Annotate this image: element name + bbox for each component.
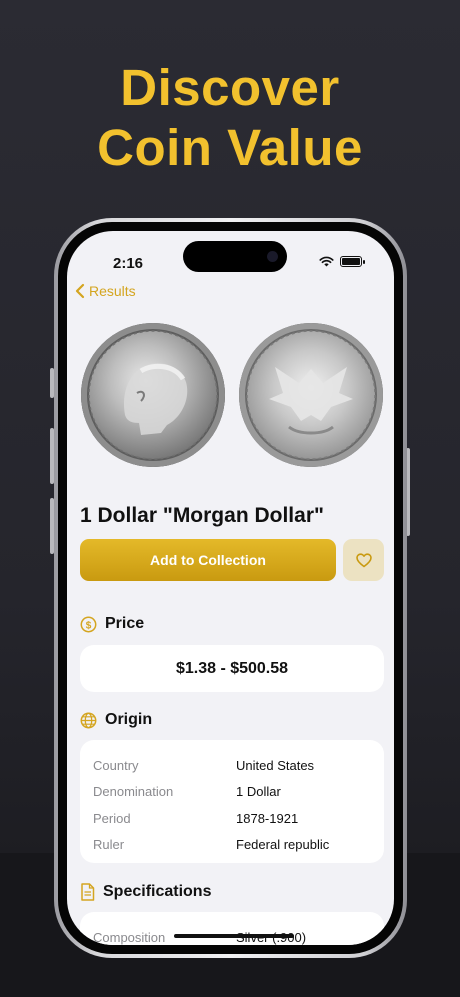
phone-frame: 2:16 Results 1 Dollar "Morgan Dollar" Ad… bbox=[54, 218, 407, 958]
hero-title-line2: Coin Value bbox=[97, 119, 363, 176]
origin-value: United States bbox=[236, 757, 315, 773]
price-heading-label: Price bbox=[105, 615, 145, 632]
status-time: 2:16 bbox=[113, 255, 144, 272]
battery-icon bbox=[340, 256, 365, 267]
coin-title: 1 Dollar "Morgan Dollar" bbox=[80, 504, 324, 527]
dollar-circle-icon: $ bbox=[80, 616, 97, 632]
wifi-icon bbox=[319, 256, 334, 267]
app-store-screenshot: Discover Coin Value 2:16 Results 1 Dolla… bbox=[0, 0, 460, 997]
origin-key: Denomination bbox=[93, 784, 174, 800]
specifications-heading-label: Specifications bbox=[103, 883, 212, 900]
specifications-heading: Specifications bbox=[80, 883, 211, 901]
price-range: $1.38 - $500.58 bbox=[175, 659, 289, 677]
eagle-icon bbox=[246, 330, 376, 460]
origin-key: Ruler bbox=[93, 837, 125, 853]
favorite-button[interactable] bbox=[343, 539, 384, 581]
chevron-left-icon bbox=[75, 283, 85, 299]
back-button-label: Results bbox=[89, 283, 136, 299]
add-to-collection-button[interactable]: Add to Collection bbox=[80, 539, 336, 581]
phone-bezel: 2:16 Results 1 Dollar "Morgan Dollar" Ad… bbox=[58, 222, 403, 954]
document-icon bbox=[81, 883, 95, 901]
origin-row-period: Period 1878-1921 bbox=[93, 805, 371, 832]
globe-icon bbox=[80, 712, 97, 728]
origin-key: Country bbox=[93, 757, 139, 773]
heart-icon bbox=[355, 552, 372, 567]
origin-value: Federal republic bbox=[236, 837, 330, 853]
specifications-card: Composition Silver (.900) bbox=[80, 912, 384, 945]
home-indicator[interactable] bbox=[174, 934, 294, 938]
price-heading: $ Price bbox=[80, 615, 144, 633]
phone-screen: 2:16 Results 1 Dollar "Morgan Dollar" Ad… bbox=[67, 231, 394, 945]
status-icons bbox=[319, 256, 365, 267]
origin-row-country: Country United States bbox=[93, 752, 371, 779]
coin-obverse-image[interactable] bbox=[81, 323, 225, 467]
origin-card: Country United States Denomination 1 Dol… bbox=[80, 740, 384, 863]
origin-row-ruler: Ruler Federal republic bbox=[93, 832, 371, 859]
dynamic-island bbox=[183, 241, 287, 272]
front-camera bbox=[267, 251, 278, 262]
origin-key: Period bbox=[93, 810, 131, 826]
origin-heading-label: Origin bbox=[105, 711, 153, 728]
liberty-head-icon bbox=[88, 330, 218, 460]
coin-reverse-image[interactable] bbox=[239, 323, 383, 467]
hero-title-line1: Discover bbox=[120, 59, 340, 116]
origin-value: 1878-1921 bbox=[236, 810, 299, 826]
price-card: $1.38 - $500.58 bbox=[80, 645, 384, 692]
origin-heading: Origin bbox=[80, 711, 152, 729]
origin-value: 1 Dollar bbox=[236, 784, 281, 800]
svg-text:$: $ bbox=[86, 620, 92, 631]
hero-title: Discover Coin Value bbox=[0, 58, 460, 178]
origin-row-denomination: Denomination 1 Dollar bbox=[93, 779, 371, 806]
back-button[interactable]: Results bbox=[75, 283, 136, 299]
